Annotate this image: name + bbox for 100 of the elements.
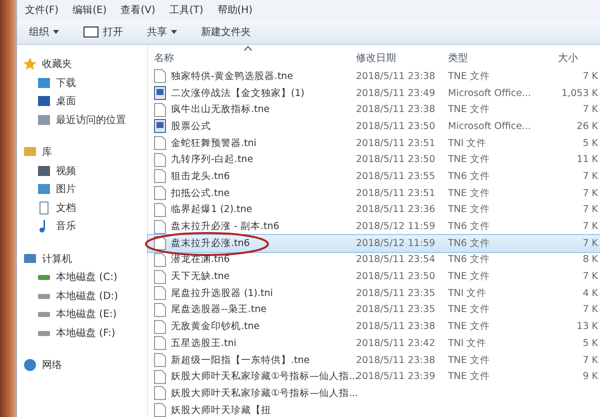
type-cell-text: TN6 文件: [448, 236, 491, 250]
size-cell-text: 13 K: [576, 321, 599, 332]
size-cell-text: 5 K: [582, 338, 599, 349]
size-cell-text: 7 K: [582, 188, 599, 199]
file-icon: [154, 370, 166, 384]
file-icon: [154, 220, 166, 234]
column-header[interactable]: 修改日期: [356, 51, 448, 65]
file-icon: [154, 202, 166, 217]
file-icon: [154, 286, 166, 300]
date-cell-text: 2018/5/11 23:38: [356, 354, 436, 366]
file-icon: [154, 320, 166, 334]
size-cell-text: 7 K: [582, 170, 599, 182]
menu-item[interactable]: 帮助(H): [217, 3, 253, 17]
menu-item[interactable]: 工具(T): [169, 3, 204, 17]
file-name: 盘末拉升必涨 - 副本.tn6: [171, 220, 280, 234]
size-cell-text: 7 K: [582, 70, 599, 82]
toolbar-button[interactable]: 新建文件夹: [195, 23, 263, 41]
file-row[interactable]: 金蛇狂舞预警器.tni 2018/5/11 23:51 TNI 文件 5 K: [148, 134, 600, 152]
sidebar-item[interactable]: 本地磁盘 (E:): [17, 305, 147, 324]
toolbar-button[interactable]: 组织: [23, 23, 71, 41]
type-cell-text: TNE 文件: [448, 303, 491, 316]
file-icon: [154, 102, 166, 117]
date-cell-text: 2018/5/11 23:38: [356, 70, 436, 82]
file-row[interactable]: 狙击龙头.tn6 2018/5/11 23:55 TN6 文件 7 K: [148, 168, 600, 185]
sidebar-item[interactable]: 最近访问的位置: [17, 110, 147, 129]
file-icon: [154, 169, 166, 184]
file-row[interactable]: 疯牛出山无敌指标.tne 2018/5/11 23:38 TNE 文件 7 K: [148, 101, 600, 118]
file-row[interactable]: 独家特供-黄金鸭选股器.tne 2018/5/11 23:38 TNE 文件 7 K: [148, 68, 600, 85]
sidebar-item[interactable]: 本地磁盘 (F:): [17, 324, 147, 342]
file-row[interactable]: 潜龙在渊.tn6 2018/5/11 23:54 TN6 文件 8 K: [148, 252, 600, 268]
type-cell-text: TNE 文件: [448, 370, 491, 384]
type-cell-text: TNI 文件: [448, 136, 488, 150]
file-row[interactable]: 扣抵公式.tne 2018/5/11 23:51 TNE 文件 7 K: [148, 184, 600, 202]
size-cell-text: 8 K: [582, 254, 599, 266]
file-row[interactable]: 盘末拉升必涨 - 副本.tn6 2018/5/12 11:59 TN6 文件 7 K: [148, 218, 600, 235]
date-cell-text: 2018/5/11 23:50: [356, 120, 436, 132]
sidebar-item[interactable]: 本地磁盘 (C:): [17, 268, 147, 286]
file-row[interactable]: 妖股大师叶天私家珍藏①号指标—仙人指...: [148, 385, 600, 402]
type-cell-text: TNI 文件: [448, 286, 488, 300]
sidebar-item[interactable]: 桌面: [17, 92, 147, 110]
file-row[interactable]: 尾盘选股器--枭王.tne 2018/5/11 23:35 TNE 文件 7 K: [148, 302, 600, 318]
type-cell: Microsoft Office...: [448, 88, 532, 99]
sidebar-item[interactable]: 图片: [17, 180, 147, 198]
file-row[interactable]: 尾盘拉升选股器 (1).tni 2018/5/11 23:35 TNI 文件 4 K: [148, 284, 600, 302]
sidebar-item[interactable]: 视频: [17, 162, 147, 180]
file-row[interactable]: 无敌黄金印钞机.tne 2018/5/11 23:38 TNE 文件 13 K: [148, 318, 600, 335]
date-cell-text: 2018/5/11 23:51: [356, 188, 436, 199]
date-cell-text: 2018/5/11 23:51: [356, 138, 436, 149]
file-name: 九转序列-白起.tne: [171, 153, 254, 166]
type-cell-text: TNE 文件: [448, 320, 491, 334]
type-cell-text: TN6 文件: [448, 253, 491, 266]
sidebar-item[interactable]: 网络: [17, 356, 147, 374]
sidebar-item[interactable]: 本地磁盘 (D:): [17, 286, 147, 305]
type-cell-text: TNE 文件: [448, 186, 491, 200]
column-header[interactable]: 大小: [532, 51, 600, 65]
type-cell-text: TNE 文件: [448, 203, 491, 216]
file-row[interactable]: 天下无缺.tne 2018/5/11 23:50 TNE 文件 7 K: [148, 268, 600, 285]
file-name: 尾盘选股器--枭王.tne: [171, 303, 266, 316]
file-row[interactable]: 二次涨停战法【金文独家】(1) 2018/5/11 23:49 Microsoft Office... 1,053 K: [148, 84, 600, 102]
file-row[interactable]: 九转序列-白起.tne 2018/5/11 23:50 TNE 文件 11 K: [148, 151, 600, 168]
sidebar-item[interactable]: 收藏夹: [17, 55, 147, 74]
sidebar-item[interactable]: 音乐: [17, 217, 147, 236]
column-header[interactable]: 类型: [448, 51, 532, 65]
type-cell-text: TNE 文件: [448, 103, 491, 116]
file-row[interactable]: 妖股大师叶天珍藏【扭: [148, 402, 600, 417]
file-name: 二次涨停战法【金文独家】(1): [171, 86, 304, 100]
file-icon: [154, 270, 166, 284]
type-cell: Microsoft Office...: [448, 120, 532, 132]
toolbar-button[interactable]: 打开: [77, 23, 135, 41]
sidebar-item[interactable]: 文档: [17, 198, 147, 217]
file-icon: [154, 336, 166, 350]
date-cell-text: 2018/5/11 23:55: [356, 170, 436, 182]
file-name: 股票公式: [171, 120, 211, 133]
menu-item[interactable]: 编辑(E): [72, 3, 107, 17]
file-name: 扣抵公式.tne: [171, 186, 230, 200]
file-icon: [154, 186, 166, 200]
file-row[interactable]: 临界起爆1 (2).tne 2018/5/11 23:36 TNE 文件 7 K: [148, 202, 600, 218]
caret-icon: [171, 30, 177, 34]
toolbar-button[interactable]: 共享: [141, 23, 189, 41]
type-cell-text: TNI 文件: [448, 336, 488, 350]
menu-item[interactable]: 文件(F): [25, 3, 59, 17]
file-row[interactable]: 新超级一阳指【一东特供】.tne 2018/5/11 23:38 TNE 文件 7 K: [148, 352, 600, 368]
file-name: 妖股大师叶天私家珍藏①号指标—仙人指...: [171, 386, 358, 400]
size-cell-text: 7 K: [582, 271, 599, 282]
sidebar-item[interactable]: 库: [17, 143, 147, 162]
size-cell-text: 7 K: [582, 221, 599, 232]
date-cell-text: 2018/5/11 23:42: [356, 338, 436, 349]
file-icon: [154, 353, 166, 368]
file-row[interactable]: 五星选股王.tni 2018/5/11 23:42 TNI 文件 5 K: [148, 335, 600, 352]
size-cell-text: 1,053 K: [560, 88, 599, 99]
date-cell-text: 2018/5/12 11:59: [356, 221, 436, 232]
menu-item[interactable]: 查看(V): [120, 3, 156, 17]
file-row[interactable]: 妖股大师叶天私家珍藏①号指标—仙人指...2018/5/11 23:39 TNE 文件 9 K: [148, 368, 600, 386]
file-row[interactable]: 股票公式 2018/5/11 23:50 Microsoft Office... 26 K: [148, 118, 600, 135]
column-header[interactable]: 名称: [148, 51, 356, 65]
type-cell-text: TN6 文件: [448, 170, 491, 183]
sidebar-item[interactable]: 计算机: [17, 250, 147, 268]
caret-icon: [53, 30, 59, 34]
file-icon: [154, 69, 166, 84]
sidebar-item[interactable]: 下载: [17, 74, 147, 92]
